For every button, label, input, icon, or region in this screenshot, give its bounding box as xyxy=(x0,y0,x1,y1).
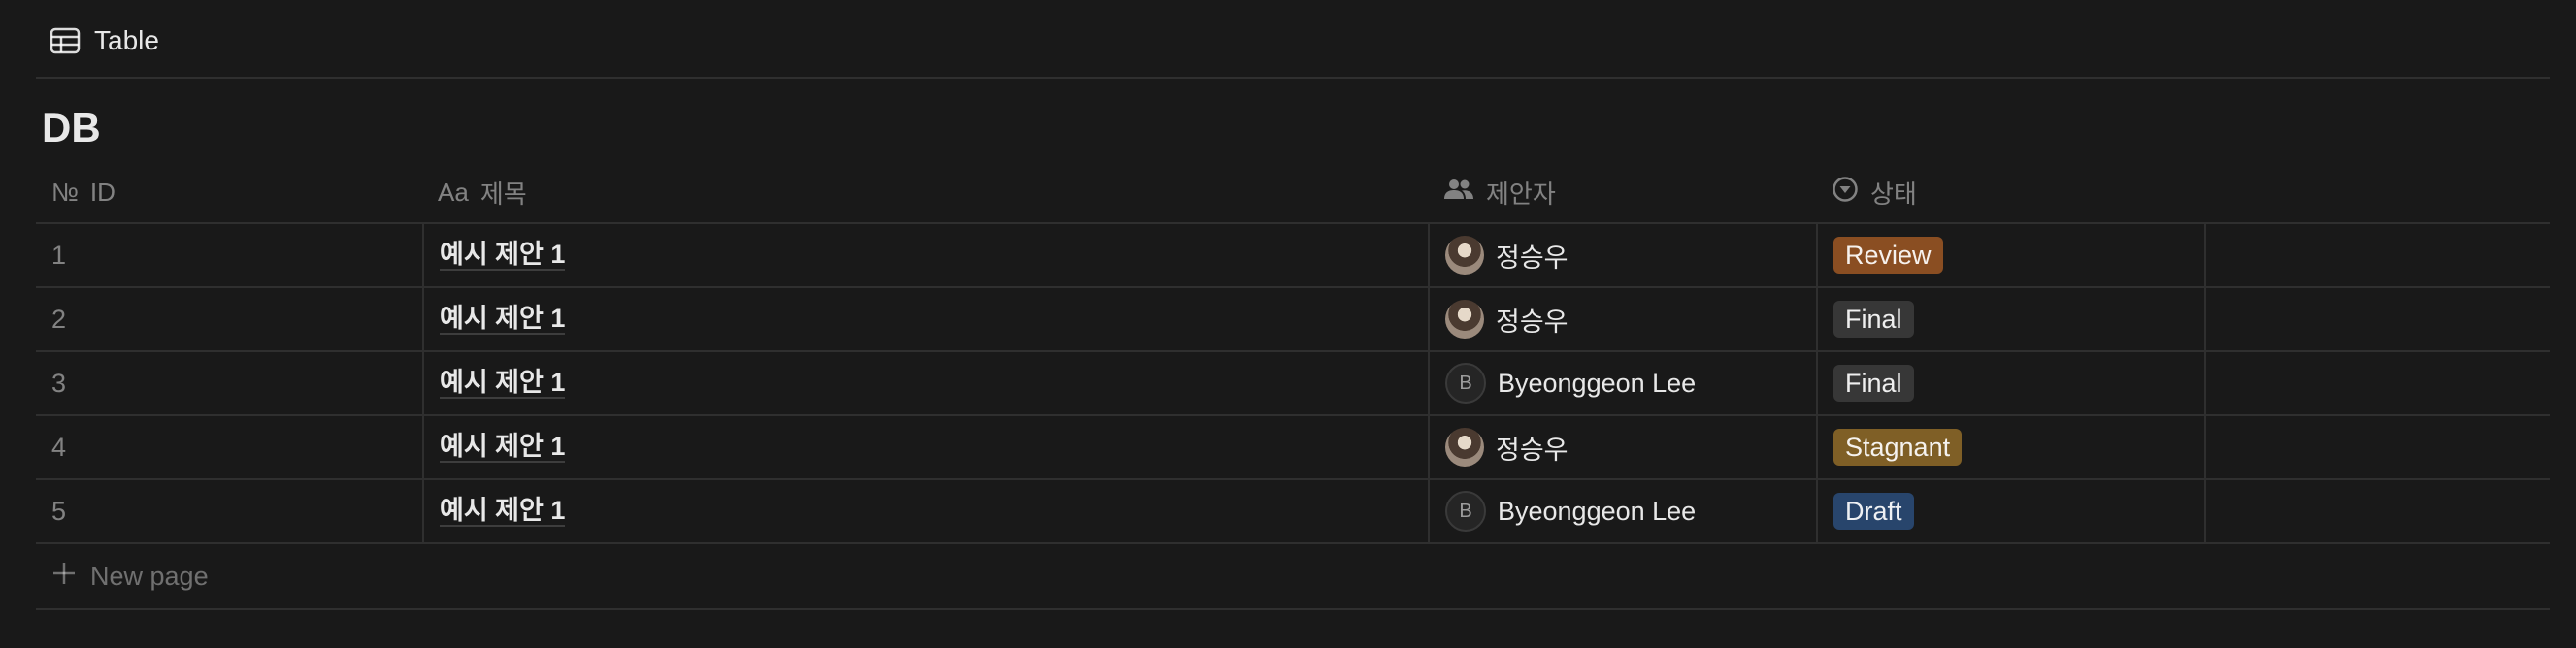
person-name: 정승우 xyxy=(1496,435,1569,465)
page-title-link[interactable]: 예시 제안 1 xyxy=(440,496,566,527)
person-name: 정승우 xyxy=(1496,243,1569,273)
page-title-link[interactable]: 예시 제안 1 xyxy=(440,240,566,271)
avatar-initial: B xyxy=(1445,491,1486,532)
column-header-person[interactable]: 제안자 xyxy=(1428,162,1816,222)
people-icon xyxy=(1443,178,1474,208)
cell-empty[interactable] xyxy=(2204,352,2550,414)
avatar xyxy=(1445,428,1484,467)
cell-title[interactable]: 예시 제안 1 xyxy=(422,480,1428,542)
column-header-label: ID xyxy=(89,177,116,207)
cell-title[interactable]: 예시 제안 1 xyxy=(422,352,1428,414)
avatar xyxy=(1445,236,1484,275)
cell-person[interactable]: 정승우 xyxy=(1428,416,1816,478)
new-page-button[interactable]: New page xyxy=(36,544,2550,610)
text-property-icon: Aa xyxy=(438,177,469,207)
status-tag: Final xyxy=(1833,365,1914,402)
status-tag: Review xyxy=(1833,237,1943,274)
person-name: 정승우 xyxy=(1496,307,1569,337)
cell-title[interactable]: 예시 제안 1 xyxy=(422,416,1428,478)
database-title[interactable]: DB xyxy=(42,105,101,151)
status-tag: Draft xyxy=(1833,493,1914,530)
row-id: 4 xyxy=(51,432,67,462)
cell-person[interactable]: B Byeonggeon Lee xyxy=(1428,352,1816,414)
column-header-status[interactable]: 상태 xyxy=(1816,162,2204,222)
avatar-initial: B xyxy=(1445,363,1486,404)
row-id: 5 xyxy=(51,496,67,526)
cell-person[interactable]: 정승우 xyxy=(1428,288,1816,350)
page-title-link[interactable]: 예시 제안 1 xyxy=(440,368,566,399)
cell-status[interactable]: Review xyxy=(1816,224,2204,286)
new-page-label: New page xyxy=(90,561,209,591)
status-tag: Final xyxy=(1833,301,1914,338)
row-id: 3 xyxy=(51,368,67,398)
column-header-label: 제목 xyxy=(479,178,527,209)
cell-status[interactable]: Final xyxy=(1816,352,2204,414)
cell-empty[interactable] xyxy=(2204,416,2550,478)
avatar xyxy=(1445,300,1484,339)
number-icon: № xyxy=(51,177,79,207)
plus-icon xyxy=(51,561,77,593)
status-select-icon xyxy=(1832,176,1859,210)
cell-status[interactable]: Final xyxy=(1816,288,2204,350)
status-tag: Stagnant xyxy=(1833,429,1963,466)
column-header-title[interactable]: Aa 제목 xyxy=(422,162,1428,222)
table-row[interactable]: 1 예시 제안 1 정승우 Review xyxy=(36,224,2550,288)
row-id: 2 xyxy=(51,304,67,334)
cell-person[interactable]: B Byeonggeon Lee xyxy=(1428,480,1816,542)
cell-id[interactable]: 1 xyxy=(36,224,422,286)
table-icon xyxy=(50,27,81,54)
cell-empty[interactable] xyxy=(2204,288,2550,350)
cell-person[interactable]: 정승우 xyxy=(1428,224,1816,286)
cell-empty[interactable] xyxy=(2204,224,2550,286)
cell-status[interactable]: Stagnant xyxy=(1816,416,2204,478)
view-tab-table[interactable]: Table xyxy=(50,19,159,62)
cell-id[interactable]: 4 xyxy=(36,416,422,478)
view-tab-label: Table xyxy=(94,25,159,55)
cell-title[interactable]: 예시 제안 1 xyxy=(422,288,1428,350)
row-id: 1 xyxy=(51,240,67,270)
table-header-row: № ID Aa 제목 제안자 상태 xyxy=(36,162,2550,224)
notion-database-page: Table DB № ID Aa 제목 제안자 상태 1 예시 제안 1 정승우… xyxy=(0,0,2576,648)
page-title-link[interactable]: 예시 제안 1 xyxy=(440,304,566,335)
cell-id[interactable]: 2 xyxy=(36,288,422,350)
column-header-id[interactable]: № ID xyxy=(36,162,422,222)
table-row[interactable]: 2 예시 제안 1 정승우 Final xyxy=(36,288,2550,352)
database-table: № ID Aa 제목 제안자 상태 1 예시 제안 1 정승우 Review 2… xyxy=(36,162,2550,610)
page-title-link[interactable]: 예시 제안 1 xyxy=(440,432,566,463)
view-tab-bar: Table xyxy=(36,0,2550,79)
cell-id[interactable]: 3 xyxy=(36,352,422,414)
table-row[interactable]: 4 예시 제안 1 정승우 Stagnant xyxy=(36,416,2550,480)
person-name: Byeonggeon Lee xyxy=(1498,496,1697,526)
column-header-label: 상태 xyxy=(1870,178,1917,209)
column-header-label: 제안자 xyxy=(1486,178,1556,209)
cell-id[interactable]: 5 xyxy=(36,480,422,542)
cell-status[interactable]: Draft xyxy=(1816,480,2204,542)
table-body: 1 예시 제안 1 정승우 Review 2 예시 제안 1 정승우 Final 3 예시 제안 … xyxy=(36,224,2550,544)
table-row[interactable]: 3 예시 제안 1 B Byeonggeon Lee Final xyxy=(36,352,2550,416)
cell-empty[interactable] xyxy=(2204,480,2550,542)
person-name: Byeonggeon Lee xyxy=(1498,368,1697,398)
cell-title[interactable]: 예시 제안 1 xyxy=(422,224,1428,286)
table-row[interactable]: 5 예시 제안 1 B Byeonggeon Lee Draft xyxy=(36,480,2550,544)
